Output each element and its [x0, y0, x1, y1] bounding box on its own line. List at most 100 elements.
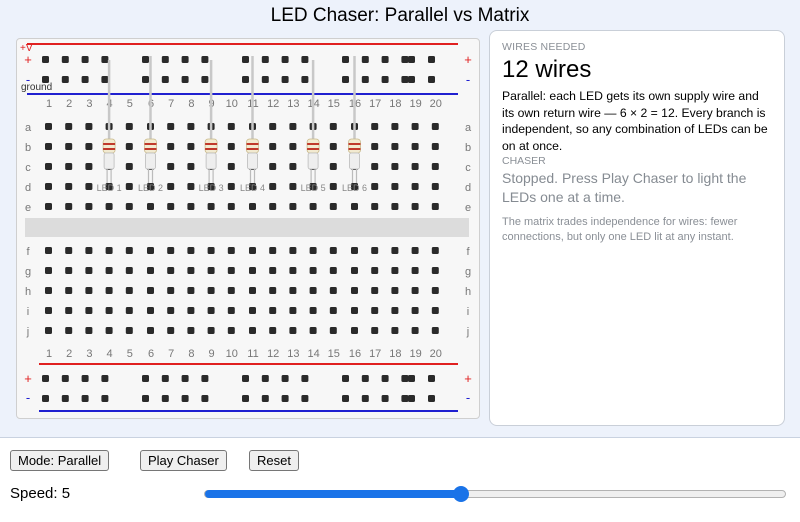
- row-letter: d: [465, 182, 471, 194]
- breadboard-hole: [329, 327, 337, 334]
- column-number: 12: [267, 348, 279, 360]
- breadboard-hole: [249, 203, 256, 210]
- rail-hole: [301, 56, 309, 63]
- breadboard-hole: [431, 163, 439, 170]
- rail-hole: [401, 56, 409, 63]
- rail-hole: [381, 395, 389, 402]
- column-number: 5: [127, 98, 133, 110]
- resistor: [246, 138, 259, 154]
- breadboard-hole: [187, 163, 195, 170]
- resistor-band: [205, 143, 218, 145]
- column-number: 19: [409, 348, 421, 360]
- rail-hole: [181, 375, 189, 382]
- breadboard-hole: [411, 183, 419, 190]
- rail-hole: [242, 375, 249, 382]
- breadboard-hole: [329, 247, 337, 254]
- breadboard-hole: [411, 267, 419, 274]
- breadboard-hole: [125, 123, 133, 130]
- resistor-band: [103, 143, 116, 145]
- breadboard-hole: [187, 123, 195, 130]
- rail-hole: [42, 56, 49, 63]
- breadboard-hole: [391, 183, 399, 190]
- resistor-band: [144, 148, 157, 150]
- breadboard-hole: [431, 183, 439, 190]
- rail-hole: [401, 375, 409, 382]
- breadboard-hole: [147, 267, 154, 274]
- column-number: 1: [46, 348, 52, 360]
- rail-hole: [261, 56, 269, 63]
- speed-slider[interactable]: [204, 486, 786, 502]
- breadboard-hole: [371, 143, 379, 150]
- row-letter: e: [465, 202, 471, 214]
- breadboard-hole: [65, 287, 73, 294]
- rail-minus-label: -: [26, 390, 30, 405]
- breadboard-hole: [411, 327, 419, 334]
- breadboard-hole: [105, 307, 113, 314]
- breadboard-hole: [207, 267, 215, 274]
- rail-hole: [261, 375, 269, 382]
- column-number: 8: [188, 348, 194, 360]
- rail-hole: [361, 56, 369, 63]
- breadboard-hole: [391, 163, 399, 170]
- breadboard-hole: [187, 203, 195, 210]
- breadboard-hole: [329, 287, 337, 294]
- breadboard-hole: [187, 143, 195, 150]
- breadboard-hole: [105, 247, 113, 254]
- breadboard-hole: [329, 203, 337, 210]
- rail-hole: [101, 76, 109, 83]
- breadboard-hole: [125, 183, 133, 190]
- breadboard-hole: [167, 183, 175, 190]
- speed-label: Speed: 5: [10, 485, 71, 502]
- row-letter: b: [465, 142, 471, 154]
- column-number: 3: [86, 348, 92, 360]
- mode-button[interactable]: Mode: Parallel: [10, 450, 110, 471]
- breadboard-hole: [227, 307, 235, 314]
- play-chaser-button[interactable]: Play Chaser: [140, 450, 227, 471]
- breadboard-hole: [125, 287, 133, 294]
- rail-hole: [281, 56, 289, 63]
- rail-hole: [181, 76, 189, 83]
- column-number: 1: [46, 98, 52, 110]
- rail-minus-label: -: [26, 72, 30, 87]
- reset-button[interactable]: Reset: [249, 450, 299, 471]
- breadboard-hole: [105, 327, 113, 334]
- column-number: 17: [369, 348, 381, 360]
- rail-hole: [181, 56, 189, 63]
- breadboard-hole: [269, 327, 277, 334]
- breadboard-hole: [431, 287, 439, 294]
- breadboard-hole: [187, 327, 195, 334]
- resistor-band: [348, 143, 361, 145]
- breadboard-hole: [45, 163, 52, 170]
- breadboard-hole: [125, 163, 133, 170]
- column-number: 6: [148, 348, 154, 360]
- row-letter: c: [25, 162, 31, 174]
- rail-hole: [281, 76, 289, 83]
- breadboard-hole: [147, 287, 154, 294]
- breadboard-hole: [371, 123, 379, 130]
- breadboard-hole: [289, 203, 297, 210]
- row-letter: a: [465, 122, 472, 134]
- rail-hole: [261, 76, 269, 83]
- rail-hole: [142, 56, 149, 63]
- row-letter: e: [25, 202, 31, 214]
- breadboard-hole: [411, 203, 419, 210]
- breadboard-hole: [45, 247, 52, 254]
- rail-hole: [42, 395, 49, 402]
- breadboard-hole: [411, 123, 419, 130]
- breadboard-hole: [431, 123, 439, 130]
- breadboard-hole: [45, 307, 52, 314]
- breadboard-hole: [431, 247, 439, 254]
- led-body: [103, 152, 115, 170]
- rail-hole: [81, 375, 89, 382]
- speed-slider-thumb[interactable]: [453, 486, 470, 502]
- column-number: 20: [430, 98, 442, 110]
- breadboard-hole: [249, 287, 256, 294]
- breadboard-hole: [45, 143, 52, 150]
- wires-heading: WIRES NEEDED: [502, 41, 586, 53]
- column-number: 13: [287, 98, 299, 110]
- rail-hole: [381, 56, 389, 63]
- rail-plus-label: +: [24, 371, 32, 386]
- led-body: [307, 152, 319, 170]
- breadboard-hole: [167, 247, 175, 254]
- breadboard-hole: [391, 267, 399, 274]
